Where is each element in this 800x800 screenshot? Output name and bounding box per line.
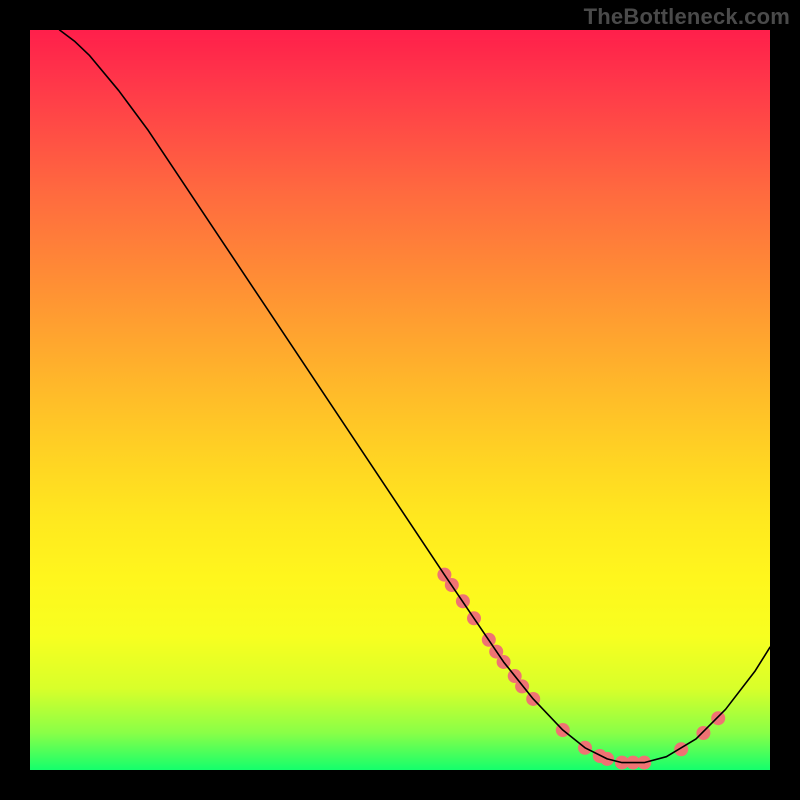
watermark-text: TheBottleneck.com (584, 4, 790, 30)
chart-container: TheBottleneck.com (0, 0, 800, 800)
scatter-point (696, 726, 710, 740)
scatter-point (711, 711, 725, 725)
curve-line (60, 30, 770, 763)
scatter-points (437, 568, 725, 770)
chart-svg (30, 30, 770, 770)
